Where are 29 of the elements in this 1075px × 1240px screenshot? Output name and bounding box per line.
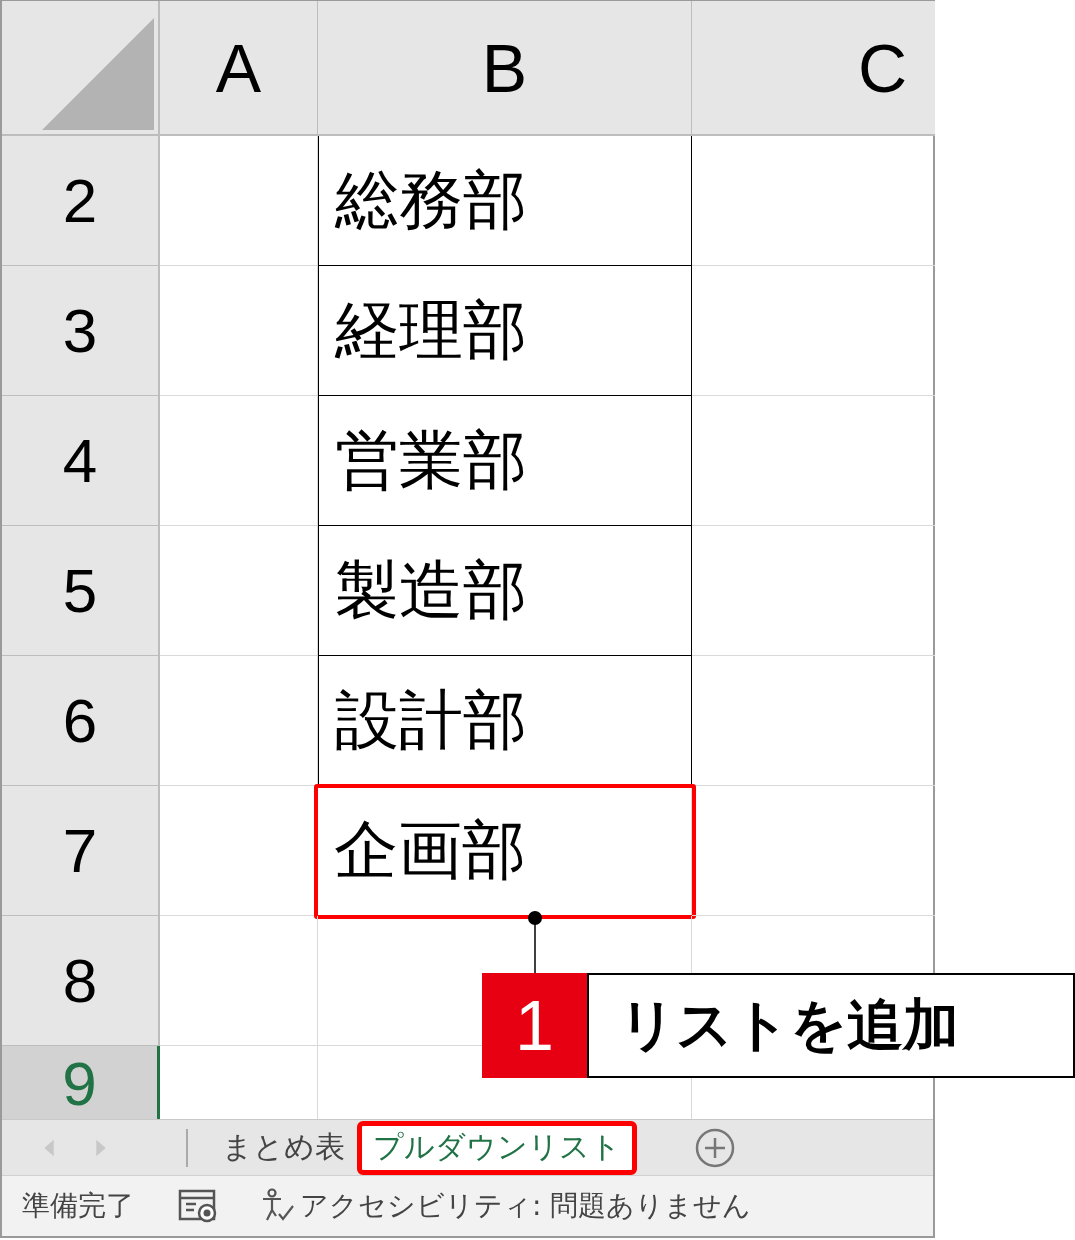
column-header[interactable]: A bbox=[160, 1, 318, 136]
column-header[interactable]: B bbox=[318, 1, 692, 136]
table-cell[interactable]: 経理部 bbox=[318, 266, 692, 396]
previous-sheet-icon[interactable] bbox=[42, 1137, 56, 1158]
next-sheet-icon[interactable] bbox=[94, 1137, 108, 1158]
triangle-icon bbox=[42, 18, 154, 130]
row-header[interactable]: 6 bbox=[2, 656, 160, 786]
table-cell[interactable]: 設計部 bbox=[318, 656, 692, 786]
row-header[interactable]: 4 bbox=[2, 396, 160, 526]
leader-line bbox=[528, 911, 542, 973]
table-cell[interactable]: 製造部 bbox=[318, 526, 692, 656]
status-text: 準備完了 bbox=[22, 1188, 134, 1224]
table-cell[interactable]: 総務部 bbox=[318, 136, 692, 266]
callout-text: リストを追加 bbox=[587, 973, 1075, 1078]
add-sheet-icon[interactable] bbox=[695, 1127, 735, 1168]
table-cell[interactable]: 営業部 bbox=[318, 396, 692, 526]
sheet-tab[interactable]: まとめ表 bbox=[208, 1122, 359, 1173]
row-header[interactable]: 7 bbox=[2, 786, 160, 916]
row-header[interactable]: 3 bbox=[2, 266, 160, 396]
row-header[interactable]: 2 bbox=[2, 136, 160, 266]
accessibility-status[interactable]: アクセシビリティ: 問題ありません bbox=[300, 1187, 752, 1225]
row-header[interactable]: 9 bbox=[2, 1046, 160, 1119]
step-number: 1 bbox=[482, 973, 587, 1078]
page-view-icon[interactable] bbox=[178, 1189, 218, 1223]
select-all-corner[interactable] bbox=[2, 1, 160, 136]
row-header[interactable]: 5 bbox=[2, 526, 160, 656]
row-header[interactable]: 8 bbox=[2, 916, 160, 1046]
column-header[interactable]: C bbox=[692, 1, 935, 136]
sheet-tab[interactable]: プルダウンリスト bbox=[359, 1122, 635, 1173]
